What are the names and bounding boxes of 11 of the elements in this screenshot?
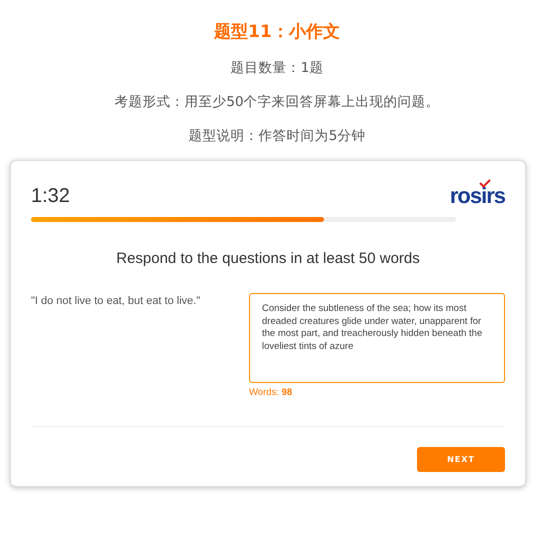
question-heading: Respond to the questions in at least 50 words <box>115 249 421 270</box>
info-text: 题型说明：作答时间为5分钟 <box>188 127 366 146</box>
answer-field[interactable]: Consider the subtleness of the sea; how its most dreaded creatures glide under water, unapparent for the most part, and treacherously hidden beneath the loveliest tints of azure <box>249 292 505 383</box>
info-text: 考题形式：用至少50个字来回答屏幕上出现的问题。 <box>113 92 441 112</box>
word-count: Words: 98 <box>249 386 294 400</box>
check-icon <box>478 179 491 188</box>
section-title: 题型11：小作文 <box>212 21 341 44</box>
logo: rosirs <box>450 185 505 208</box>
info-text: 题目数量：1题 <box>230 58 324 78</box>
prompt-quote: "I do not live to eat, but eat to live." <box>31 294 202 309</box>
timer: 1:32 <box>31 184 70 210</box>
